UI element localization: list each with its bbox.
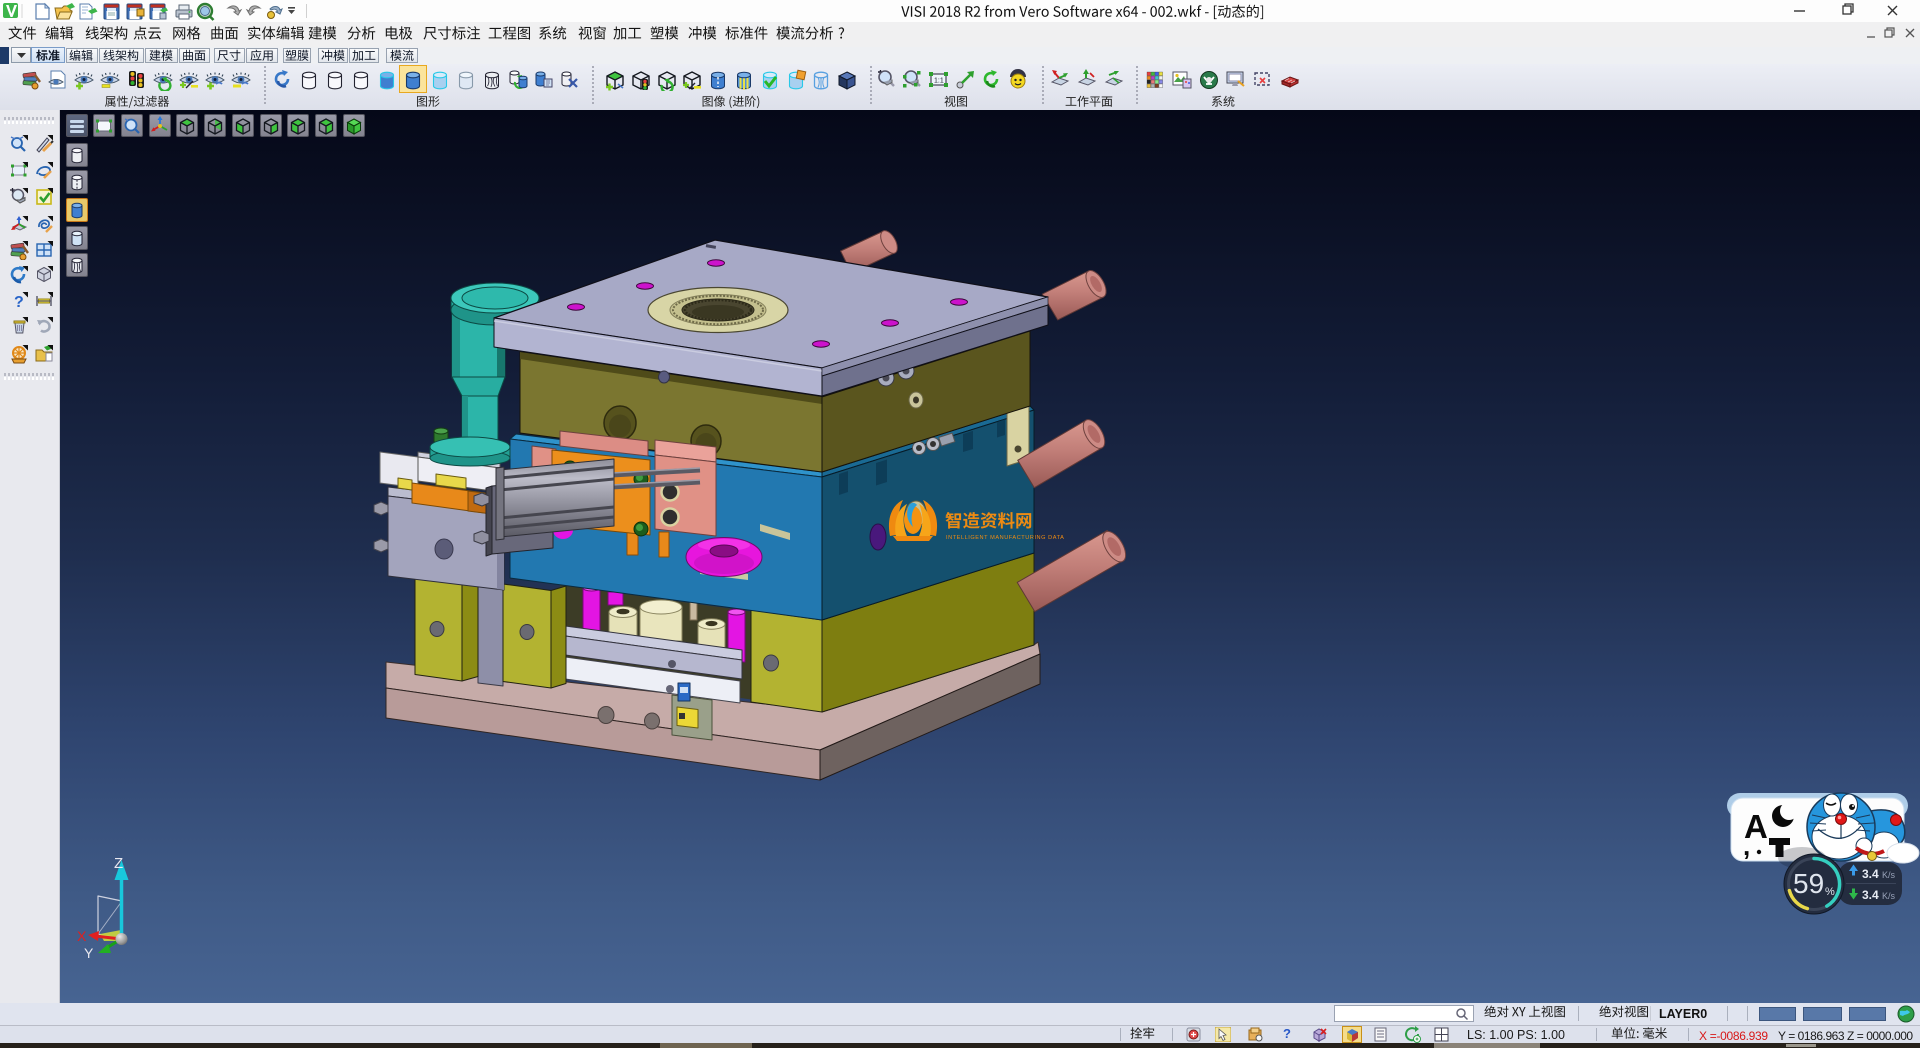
svg-text:Z: Z [114, 855, 123, 872]
svg-text:K/s: K/s [1882, 870, 1896, 880]
svg-text:Y: Y [84, 945, 94, 961]
svg-text:59: 59 [1793, 868, 1824, 899]
svg-text:?: ? [14, 294, 24, 311]
svg-text:INTELLIGENT MANUFACTURING DATA: INTELLIGENT MANUFACTURING DATA [946, 535, 1064, 541]
svg-text:%: % [1825, 886, 1835, 898]
svg-text:1:1: 1:1 [934, 78, 944, 85]
svg-text:K/s: K/s [1882, 891, 1896, 901]
svg-text:,: , [1743, 831, 1750, 861]
svg-text:X: X [77, 928, 87, 944]
svg-text:3.4: 3.4 [1862, 888, 1879, 902]
svg-text:3.4: 3.4 [1862, 867, 1879, 881]
